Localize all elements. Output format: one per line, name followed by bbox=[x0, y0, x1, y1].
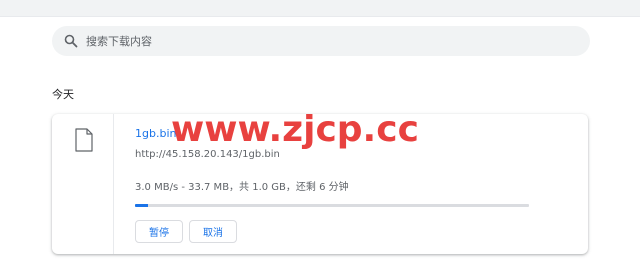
cancel-button[interactable]: 取消 bbox=[189, 220, 237, 243]
search-bar[interactable] bbox=[52, 26, 590, 56]
card-divider bbox=[113, 114, 114, 254]
file-url: http://45.158.20.143/1gb.bin bbox=[135, 149, 280, 160]
search-input[interactable] bbox=[86, 32, 566, 50]
download-status: 3.0 MB/s - 33.7 MB，共 1.0 GB，还剩 6 分钟 bbox=[135, 182, 349, 193]
progress-bar-fill bbox=[135, 204, 148, 207]
search-icon bbox=[64, 34, 78, 48]
file-name-link[interactable]: 1gb.bin bbox=[135, 127, 176, 140]
progress-bar bbox=[135, 204, 529, 207]
file-icon bbox=[75, 128, 93, 152]
toolbar-strip bbox=[0, 0, 640, 17]
download-item-card: 1gb.bin http://45.158.20.143/1gb.bin 3.0… bbox=[52, 114, 588, 254]
pause-button[interactable]: 暂停 bbox=[135, 220, 183, 243]
date-group-heading: 今天 bbox=[52, 88, 74, 101]
